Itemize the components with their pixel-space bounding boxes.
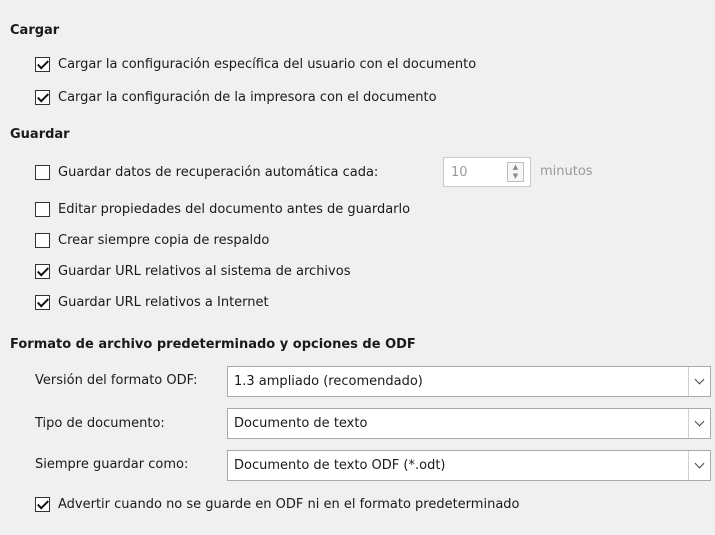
select-value[interactable]: Documento de texto <box>228 416 688 431</box>
chevron-down-icon[interactable] <box>688 409 710 438</box>
relative-url-internet-checkbox[interactable]: Guardar URL relativos a Internet <box>35 291 269 313</box>
checkbox-label[interactable]: Cargar la configuración de la impresora … <box>58 90 437 105</box>
checkbox-box[interactable] <box>35 263 50 279</box>
checkbox-box[interactable] <box>35 294 50 310</box>
format-section-heading: Formato de archivo predeterminado y opci… <box>10 337 416 352</box>
spin-up-icon[interactable]: ▲ <box>508 163 523 172</box>
select-value[interactable]: Documento de texto ODF (*.odt) <box>228 458 688 473</box>
spin-buttons[interactable]: ▲ ▼ <box>507 162 524 182</box>
chevron-down-icon[interactable] <box>688 451 710 480</box>
load-section-heading: Cargar <box>10 23 60 38</box>
minutes-unit-label: minutos <box>540 164 593 179</box>
checkbox-label[interactable]: Editar propiedades del documento antes d… <box>58 202 410 217</box>
checkbox-box[interactable] <box>35 164 50 180</box>
select-value[interactable]: 1.3 ampliado (recomendado) <box>228 374 688 389</box>
backup-copy-checkbox[interactable]: Crear siempre copia de respaldo <box>35 229 269 251</box>
checkbox-label[interactable]: Guardar datos de recuperación automática… <box>58 165 378 180</box>
edit-properties-checkbox[interactable]: Editar propiedades del documento antes d… <box>35 198 410 220</box>
spin-down-icon[interactable]: ▼ <box>508 172 523 181</box>
doc-type-label: Tipo de documento: <box>35 416 165 431</box>
checkbox-label[interactable]: Crear siempre copia de respaldo <box>58 233 269 248</box>
save-section-heading: Guardar <box>10 127 70 142</box>
checkbox-box[interactable] <box>35 56 50 72</box>
checkbox-label[interactable]: Advertir cuando no se guarde en ODF ni e… <box>58 497 520 512</box>
load-printer-settings-checkbox[interactable]: Cargar la configuración de la impresora … <box>35 86 437 108</box>
warn-non-odf-checkbox[interactable]: Advertir cuando no se guarde en ODF ni e… <box>35 493 520 515</box>
checkbox-label[interactable]: Guardar URL relativos a Internet <box>58 295 269 310</box>
doc-type-select[interactable]: Documento de texto <box>227 408 711 439</box>
spinbox-value[interactable]: 10 <box>444 165 507 180</box>
checkbox-box[interactable] <box>35 201 50 217</box>
checkbox-box[interactable] <box>35 496 50 512</box>
always-save-as-label: Siempre guardar como: <box>35 457 189 472</box>
relative-url-filesystem-checkbox[interactable]: Guardar URL relativos al sistema de arch… <box>35 260 350 282</box>
chevron-down-icon[interactable] <box>688 367 710 396</box>
autorecovery-checkbox[interactable]: Guardar datos de recuperación automática… <box>35 161 378 183</box>
load-user-settings-checkbox[interactable]: Cargar la configuración específica del u… <box>35 53 476 75</box>
checkbox-box[interactable] <box>35 232 50 248</box>
checkbox-box[interactable] <box>35 89 50 105</box>
odf-version-select[interactable]: 1.3 ampliado (recomendado) <box>227 366 711 397</box>
always-save-as-select[interactable]: Documento de texto ODF (*.odt) <box>227 450 711 481</box>
checkbox-label[interactable]: Guardar URL relativos al sistema de arch… <box>58 264 350 279</box>
checkbox-label[interactable]: Cargar la configuración específica del u… <box>58 57 476 72</box>
odf-version-label: Versión del formato ODF: <box>35 373 198 388</box>
autorecovery-minutes-spinbox[interactable]: 10 ▲ ▼ <box>443 157 531 187</box>
